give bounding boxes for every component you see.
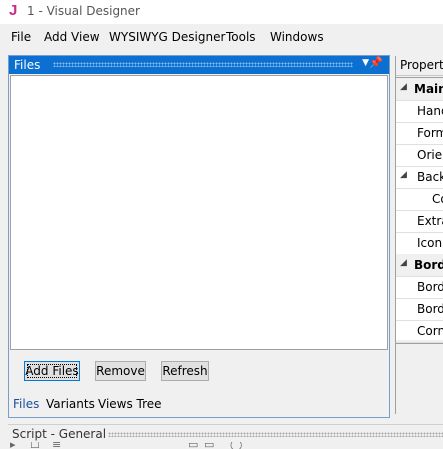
menu-tools[interactable]: Tools: [226, 30, 256, 44]
app-logo-icon: J: [9, 2, 18, 19]
menu-windows[interactable]: Windows: [270, 30, 324, 44]
property-row[interactable]: Bord: [396, 298, 443, 321]
collapse-icon[interactable]: ◢: [400, 170, 407, 180]
properties-header[interactable]: Propertie: [396, 56, 443, 76]
tab-files[interactable]: Files: [13, 397, 39, 411]
toolbar-icon[interactable]: ◯: [230, 442, 242, 449]
files-panel-title: Files: [14, 58, 41, 72]
tab-views-tree[interactable]: Views Tree: [98, 397, 162, 411]
property-row[interactable]: Bord: [396, 276, 443, 299]
property-row[interactable]: Icon: [396, 232, 443, 255]
collapse-icon[interactable]: ◢: [400, 258, 407, 268]
collapse-icon[interactable]: ◢: [400, 82, 407, 92]
script-toolbar: ▸ ☐ ≡ ▭ ▭ ◯: [8, 442, 443, 449]
tab-variants[interactable]: Variants: [46, 397, 95, 411]
files-panel: Files ▼ 📌 Add Files Remove Refresh Files…: [8, 55, 390, 418]
property-row[interactable]: Orier: [396, 144, 443, 167]
toolbar-icon[interactable]: ≡: [52, 442, 61, 449]
toolbar-icon[interactable]: ▭: [204, 442, 214, 449]
menu-add-view[interactable]: Add View: [44, 30, 100, 44]
toolbar-icon[interactable]: ▸: [10, 442, 16, 449]
window-title: 1 - Visual Designer: [27, 4, 140, 18]
title-bar: J 1 - Visual Designer: [0, 0, 443, 24]
dropdown-arrow-icon[interactable]: ▼: [362, 58, 369, 68]
property-row[interactable]: ◢ Back: [396, 166, 443, 189]
files-panel-header[interactable]: Files ▼ 📌: [9, 56, 389, 74]
property-category[interactable]: ◢ Main: [396, 78, 443, 101]
property-description: [396, 343, 443, 414]
property-grid[interactable]: ◢ Main Hand Form Orier ◢ Back Co Extra I…: [396, 77, 443, 343]
property-row[interactable]: Extra: [396, 210, 443, 233]
menu-bar: File Add View WYSIWYG Designer Tools Win…: [0, 24, 443, 50]
script-panel-title: Script - General: [12, 427, 107, 441]
property-row[interactable]: Co: [396, 188, 443, 211]
properties-title: Propertie: [400, 58, 443, 72]
property-row[interactable]: Hand: [396, 100, 443, 123]
property-category[interactable]: ◢ Borde: [396, 254, 443, 277]
remove-button[interactable]: Remove: [95, 361, 146, 381]
menu-wysiwyg-designer[interactable]: WYSIWYG Designer: [109, 30, 225, 44]
header-grip: [53, 62, 353, 67]
properties-panel: Propertie ◢ Main Hand Form Orier ◢ Back …: [395, 56, 443, 414]
menu-file[interactable]: File: [11, 30, 31, 44]
refresh-button[interactable]: Refresh: [161, 361, 209, 381]
header-grip: [108, 432, 443, 437]
property-row[interactable]: Corn: [396, 320, 443, 343]
toolbar-icon[interactable]: ☐: [30, 442, 40, 449]
pin-icon[interactable]: 📌: [369, 56, 383, 69]
toolbar-icon[interactable]: ▭: [188, 442, 198, 449]
files-list[interactable]: [10, 75, 388, 350]
script-panel-header[interactable]: Script - General: [8, 424, 443, 443]
add-files-button[interactable]: Add Files: [24, 361, 80, 381]
property-row[interactable]: Form: [396, 122, 443, 145]
